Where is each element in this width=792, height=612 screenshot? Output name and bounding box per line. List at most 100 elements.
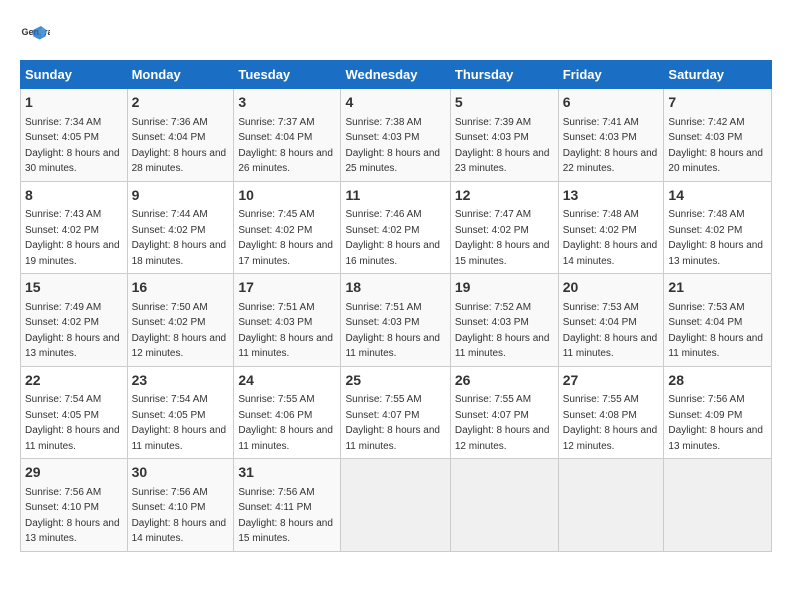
calendar-week-3: 15 Sunrise: 7:49 AMSunset: 4:02 PMDayligh… [21, 274, 772, 367]
day-number: 20 [563, 278, 660, 298]
header-wednesday: Wednesday [341, 61, 450, 89]
calendar-cell: 10Sunrise: 7:45 AMSunset: 4:02 PMDayligh… [234, 181, 341, 274]
calendar-cell: 24 Sunrise: 7:55 AMSunset: 4:06 PMDayligh… [234, 366, 341, 459]
calendar-cell: 29Sunrise: 7:56 AMSunset: 4:10 PMDayligh… [21, 459, 128, 552]
day-info: Sunrise: 7:51 AMSunset: 4:03 PMDaylight:… [238, 302, 333, 360]
calendar-cell: 31 Sunrise: 7:56 AMSunset: 4:11 PMDayligh… [234, 459, 341, 552]
calendar-cell: 13 Sunrise: 7:48 AMSunset: 4:02 PMDayligh… [558, 181, 664, 274]
day-number: 22 [25, 371, 123, 391]
header-friday: Friday [558, 61, 664, 89]
day-info: Sunrise: 7:37 AMSunset: 4:04 PMDaylight:… [238, 117, 333, 175]
logo: General [20, 20, 54, 50]
day-number: 4 [345, 93, 445, 113]
calendar-week-1: 1 Sunrise: 7:34 AMSunset: 4:05 PMDaylight… [21, 89, 772, 182]
day-number: 15 [25, 278, 123, 298]
day-info: Sunrise: 7:41 AMSunset: 4:03 PMDaylight:… [563, 117, 658, 175]
calendar-cell: 11 Sunrise: 7:46 AMSunset: 4:02 PMDayligh… [341, 181, 450, 274]
page-header: General [20, 20, 772, 50]
day-number: 11 [345, 186, 445, 206]
calendar-cell: 23 Sunrise: 7:54 AMSunset: 4:05 PMDayligh… [127, 366, 234, 459]
day-info: Sunrise: 7:54 AMSunset: 4:05 PMDaylight:… [132, 394, 227, 452]
calendar-cell: 27 Sunrise: 7:55 AMSunset: 4:08 PMDayligh… [558, 366, 664, 459]
day-number: 1 [25, 93, 123, 113]
calendar-week-5: 29 Sunrise: 7:56 AMSunset: 4:10 PMDayligh… [21, 459, 772, 552]
day-info: Sunrise: 7:47 AMSunset: 4:02 PMDaylight:… [455, 209, 550, 267]
day-number: 12 [455, 186, 554, 206]
day-info: Sunrise: 7:55 AMSunset: 4:08 PMDaylight:… [563, 394, 658, 452]
day-info: Sunrise: 7:42 AMSunset: 4:03 PMDaylight:… [668, 117, 763, 175]
day-info: Sunrise: 7:56 AMSunset: 4:10 PMDaylight:… [132, 487, 227, 545]
calendar-cell [558, 459, 664, 552]
header-saturday: Saturday [664, 61, 772, 89]
calendar-header-row: SundayMondayTuesdayWednesdayThursdayFrid… [21, 61, 772, 89]
calendar-cell: 5 Sunrise: 7:39 AMSunset: 4:03 PMDaylight… [450, 89, 558, 182]
day-number: 6 [563, 93, 660, 113]
day-number: 16 [132, 278, 230, 298]
calendar-cell: 28Sunrise: 7:56 AMSunset: 4:09 PMDayligh… [664, 366, 772, 459]
calendar-cell: 17 Sunrise: 7:51 AMSunset: 4:03 PMDayligh… [234, 274, 341, 367]
calendar-cell: 8Sunrise: 7:43 AMSunset: 4:02 PMDaylight… [21, 181, 128, 274]
calendar-cell: 25 Sunrise: 7:55 AMSunset: 4:07 PMDayligh… [341, 366, 450, 459]
day-number: 23 [132, 371, 230, 391]
day-number: 19 [455, 278, 554, 298]
day-number: 24 [238, 371, 336, 391]
logo-icon: General [20, 20, 50, 50]
calendar-cell: 30 Sunrise: 7:56 AMSunset: 4:10 PMDayligh… [127, 459, 234, 552]
day-info: Sunrise: 7:49 AMSunset: 4:02 PMDaylight:… [25, 302, 120, 360]
day-number: 17 [238, 278, 336, 298]
day-info: Sunrise: 7:52 AMSunset: 4:03 PMDaylight:… [455, 302, 550, 360]
calendar-week-4: 22 Sunrise: 7:54 AMSunset: 4:05 PMDayligh… [21, 366, 772, 459]
calendar-cell: 21 Sunrise: 7:53 AMSunset: 4:04 PMDayligh… [664, 274, 772, 367]
day-number: 18 [345, 278, 445, 298]
day-number: 14 [668, 186, 767, 206]
day-info: Sunrise: 7:48 AMSunset: 4:02 PMDaylight:… [563, 209, 658, 267]
day-number: 25 [345, 371, 445, 391]
day-info: Sunrise: 7:48 AMSunset: 4:02 PMDaylight:… [668, 209, 763, 267]
day-info: Sunrise: 7:46 AMSunset: 4:02 PMDaylight:… [345, 209, 440, 267]
calendar-cell: 4 Sunrise: 7:38 AMSunset: 4:03 PMDaylight… [341, 89, 450, 182]
calendar-cell: 18 Sunrise: 7:51 AMSunset: 4:03 PMDayligh… [341, 274, 450, 367]
calendar-cell: 19 Sunrise: 7:52 AMSunset: 4:03 PMDayligh… [450, 274, 558, 367]
day-info: Sunrise: 7:55 AMSunset: 4:07 PMDaylight:… [455, 394, 550, 452]
header-sunday: Sunday [21, 61, 128, 89]
calendar-cell [341, 459, 450, 552]
calendar-cell: 14 Sunrise: 7:48 AMSunset: 4:02 PMDayligh… [664, 181, 772, 274]
calendar-cell: 22 Sunrise: 7:54 AMSunset: 4:05 PMDayligh… [21, 366, 128, 459]
day-info: Sunrise: 7:55 AMSunset: 4:07 PMDaylight:… [345, 394, 440, 452]
day-number: 10 [238, 186, 336, 206]
day-info: Sunrise: 7:56 AMSunset: 4:11 PMDaylight:… [238, 487, 333, 545]
day-info: Sunrise: 7:55 AMSunset: 4:06 PMDaylight:… [238, 394, 333, 452]
day-number: 5 [455, 93, 554, 113]
calendar-cell: 7 Sunrise: 7:42 AMSunset: 4:03 PMDaylight… [664, 89, 772, 182]
calendar-week-2: 8Sunrise: 7:43 AMSunset: 4:02 PMDaylight… [21, 181, 772, 274]
calendar-cell: 20 Sunrise: 7:53 AMSunset: 4:04 PMDayligh… [558, 274, 664, 367]
calendar-cell [450, 459, 558, 552]
day-info: Sunrise: 7:54 AMSunset: 4:05 PMDaylight:… [25, 394, 120, 452]
day-number: 27 [563, 371, 660, 391]
day-number: 9 [132, 186, 230, 206]
day-info: Sunrise: 7:51 AMSunset: 4:03 PMDaylight:… [345, 302, 440, 360]
day-number: 28 [668, 371, 767, 391]
calendar-cell [664, 459, 772, 552]
day-number: 3 [238, 93, 336, 113]
day-info: Sunrise: 7:53 AMSunset: 4:04 PMDaylight:… [668, 302, 763, 360]
day-info: Sunrise: 7:53 AMSunset: 4:04 PMDaylight:… [563, 302, 658, 360]
calendar-cell: 12 Sunrise: 7:47 AMSunset: 4:02 PMDayligh… [450, 181, 558, 274]
calendar-cell: 15 Sunrise: 7:49 AMSunset: 4:02 PMDayligh… [21, 274, 128, 367]
calendar-cell: 9Sunrise: 7:44 AMSunset: 4:02 PMDaylight… [127, 181, 234, 274]
day-number: 2 [132, 93, 230, 113]
day-number: 31 [238, 463, 336, 483]
day-info: Sunrise: 7:34 AMSunset: 4:05 PMDaylight:… [25, 117, 120, 175]
day-number: 8 [25, 186, 123, 206]
day-number: 13 [563, 186, 660, 206]
day-info: Sunrise: 7:39 AMSunset: 4:03 PMDaylight:… [455, 117, 550, 175]
calendar-cell: 26 Sunrise: 7:55 AMSunset: 4:07 PMDayligh… [450, 366, 558, 459]
header-tuesday: Tuesday [234, 61, 341, 89]
day-number: 30 [132, 463, 230, 483]
day-info: Sunrise: 7:38 AMSunset: 4:03 PMDaylight:… [345, 117, 440, 175]
day-number: 29 [25, 463, 123, 483]
day-number: 21 [668, 278, 767, 298]
day-number: 7 [668, 93, 767, 113]
day-number: 26 [455, 371, 554, 391]
calendar-table: SundayMondayTuesdayWednesdayThursdayFrid… [20, 60, 772, 552]
